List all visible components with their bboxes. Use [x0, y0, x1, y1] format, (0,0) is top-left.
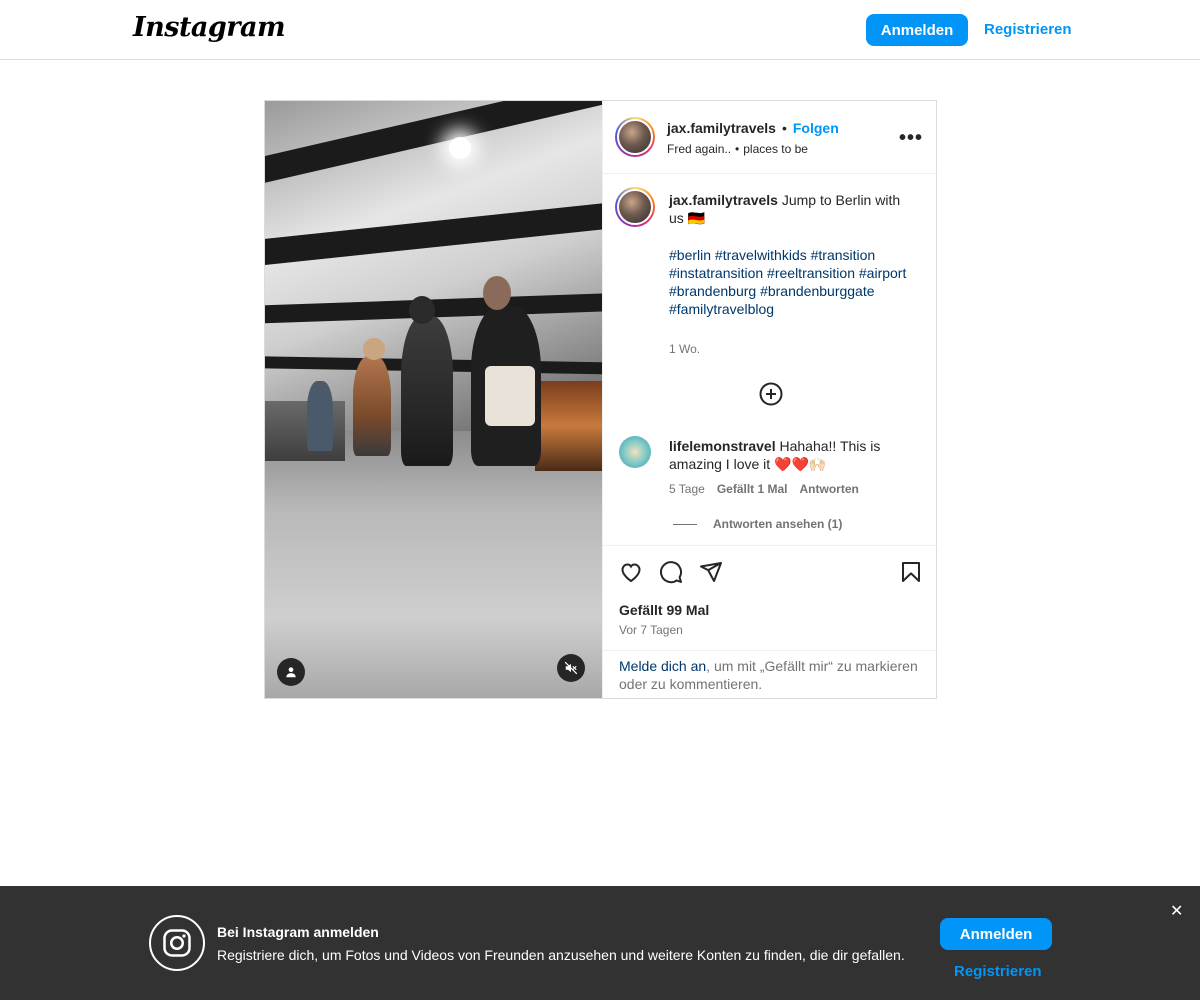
header-register-link[interactable]: Registrieren	[984, 21, 1072, 38]
banner-text: Registriere dich, um Fotos und Videos vo…	[217, 947, 905, 963]
plus-circle-icon[interactable]	[759, 382, 783, 411]
comment-age: 5 Tage	[669, 482, 705, 496]
like-count[interactable]: Gefällt 99 Mal	[619, 602, 709, 618]
user-tag-icon[interactable]	[277, 658, 305, 686]
follow-button[interactable]: Folgen	[793, 120, 839, 136]
comment-reply-button[interactable]: Antworten	[800, 482, 859, 496]
caption-avatar[interactable]	[615, 187, 655, 227]
view-replies-label: Antworten ansehen (1)	[713, 517, 843, 531]
instagram-icon	[149, 915, 205, 971]
login-prompt: Melde dich an, um mit „Gefällt mir“ zu m…	[603, 650, 937, 698]
author-avatar[interactable]	[615, 117, 655, 157]
heart-icon[interactable]	[619, 560, 643, 589]
post-hashtags[interactable]: #berlin #travelwithkids #transition #ins…	[669, 246, 909, 318]
comment-icon[interactable]	[659, 560, 683, 589]
post-card: jax.familytravels • Folgen Fred again.. …	[264, 100, 937, 699]
comment: lifelemonstravel Hahaha!! This is amazin…	[669, 437, 909, 473]
replies-divider	[673, 523, 697, 525]
commenter-avatar[interactable]	[619, 436, 651, 468]
login-prompt-link[interactable]: Melde dich an	[619, 658, 706, 674]
author-username[interactable]: jax.familytravels	[667, 120, 776, 136]
instagram-logo[interactable]: Instagram	[133, 12, 286, 43]
comment-meta: 5 Tage Gefällt 1 Mal Antworten	[669, 482, 859, 496]
post-video[interactable]	[265, 101, 602, 698]
post-sidebar: jax.familytravels • Folgen Fred again.. …	[602, 101, 937, 698]
caption-username[interactable]: jax.familytravels	[669, 192, 778, 208]
header-login-button[interactable]: Anmelden	[866, 14, 968, 46]
login-banner: Bei Instagram anmelden Registriere dich,…	[0, 886, 1200, 1000]
location-label[interactable]: places to be	[743, 142, 808, 156]
view-replies-button[interactable]: Antworten ansehen (1)	[673, 517, 842, 531]
more-options-icon[interactable]: •••	[899, 127, 923, 150]
banner-login-button[interactable]: Anmelden	[940, 918, 1052, 950]
comment-likes[interactable]: Gefällt 1 Mal	[717, 482, 788, 496]
top-bar: Instagram Anmelden Registrieren	[0, 0, 1200, 60]
separator-dot: •	[781, 120, 787, 136]
banner-register-link[interactable]: Registrieren	[954, 963, 1042, 980]
share-icon[interactable]	[699, 560, 723, 589]
video-floor	[265, 431, 602, 698]
caption-age: 1 Wo.	[669, 342, 701, 356]
bookmark-icon[interactable]	[899, 560, 923, 589]
post-header: jax.familytravels • Folgen Fred again.. …	[603, 101, 937, 174]
post-time: Vor 7 Tagen	[619, 623, 683, 637]
mute-icon[interactable]	[557, 654, 585, 682]
post-caption: jax.familytravels Jump to Berlin with us…	[669, 191, 909, 227]
close-icon[interactable]: ✕	[1170, 901, 1183, 921]
audio-label[interactable]: Fred again..	[667, 142, 731, 156]
banner-title: Bei Instagram anmelden	[217, 924, 379, 940]
commenter-username[interactable]: lifelemonstravel	[669, 438, 776, 454]
post-actions: Gefällt 99 Mal Vor 7 Tagen	[603, 545, 937, 650]
separator-dot: •	[735, 142, 740, 156]
